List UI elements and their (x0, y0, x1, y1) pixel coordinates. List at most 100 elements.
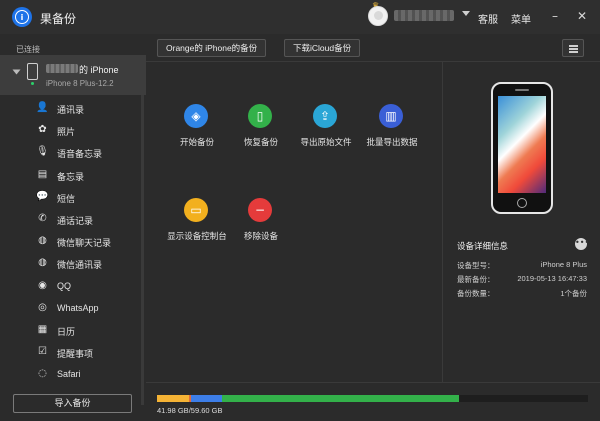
caret-icon[interactable] (12, 69, 21, 75)
sidebar-item-contacts[interactable]: 👤 通讯录 (0, 97, 146, 119)
reminders-icon: ☑ (38, 346, 47, 358)
detail-value: 1个备份 (560, 289, 587, 298)
tabs-bar: Orange的 iPhone的备份 下载iCloud备份 (146, 34, 600, 62)
sidebar-item-notes[interactable]: ▤ 备忘录 (0, 164, 146, 186)
device-card[interactable]: 的 iPhone iPhone 8 Plus-12.2 (0, 55, 146, 95)
action-label: 恢复备份 (243, 137, 278, 147)
wechat-chat-icon: ◍ (38, 235, 47, 247)
action-layers[interactable]: ◈ 开始备份 (160, 96, 234, 156)
sidebar-item-photos[interactable]: ✿ 照片 (0, 119, 146, 141)
sidebar-item-microphone[interactable]: 🎙 语音备忘录 (0, 141, 146, 163)
action-label: 开始备份 (179, 137, 214, 147)
detail-key: 最新备份： (457, 275, 495, 284)
action-console[interactable]: ▭ 显示设备控制台 (160, 190, 234, 250)
device-model: iPhone 8 Plus-12.2 (46, 79, 114, 88)
sidebar-scrollbar[interactable] (141, 95, 144, 405)
action-label: 显示设备控制台 (167, 231, 227, 241)
sidebar-item-label: 通话记录 (57, 216, 94, 226)
sidebar-item-label: 语音备忘录 (57, 149, 103, 160)
menu-button[interactable]: 菜单 (511, 11, 531, 26)
sidebar-item-wechat-chat[interactable]: ◍ 微信聊天记录 (0, 230, 146, 252)
action-label: 批量导出数据 (366, 137, 418, 147)
import-backup-button[interactable]: 导入备份 (13, 394, 132, 413)
support-button[interactable]: 客服 (478, 11, 498, 26)
minimize-icon[interactable]: – (548, 9, 562, 23)
sidebar-item-qq[interactable]: ◉ QQ (0, 275, 146, 297)
sidebar-item-label: 提醒事项 (57, 349, 94, 360)
whatsapp-icon: ◎ (38, 301, 47, 313)
sidebar-item-safari[interactable]: ◌ Safari (0, 363, 146, 385)
action-label: 移除设备 (243, 231, 278, 241)
action-batch-export[interactable]: ▥ 批量导出数据 (355, 96, 429, 156)
sidebar-item-label: 短信 (57, 193, 76, 204)
detail-key: 设备型号： (457, 261, 495, 270)
sidebar-item-calendar[interactable]: ▦ 日历 (0, 319, 146, 341)
detail-row: 备份数量： 1个备份 (457, 288, 587, 300)
contacts-icon: 👤 (36, 102, 49, 113)
sidebar-item-messages[interactable]: 💬 短信 (0, 186, 146, 208)
console-icon: ▭ (184, 198, 208, 222)
action-export[interactable]: ⇪ 导出原始文件 (289, 96, 363, 156)
sidebar-item-label: Safari (57, 369, 81, 380)
notes-icon: ▤ (37, 168, 48, 180)
detail-row: 最新备份： 2019-05-13 16:47:33 (457, 274, 587, 286)
sidebar-item-wechat-contacts[interactable]: ◍ 微信通讯录 (0, 252, 146, 274)
storage-segment (221, 395, 459, 402)
sidebar-item-label: QQ (57, 280, 72, 291)
export-icon: ⇪ (313, 104, 337, 128)
speaker-icon (515, 89, 529, 91)
sidebar-item-label: 备忘录 (57, 171, 85, 182)
storage-track (157, 395, 588, 402)
storage-segment (191, 395, 222, 402)
device-preview (491, 82, 553, 214)
sidebar-item-whatsapp[interactable]: ◎ WhatsApp (0, 297, 146, 319)
detail-row: 设备型号： iPhone 8 Plus (457, 260, 587, 272)
sidebar-item-label: 微信聊天记录 (57, 238, 112, 249)
call-log-icon: ✆ (38, 213, 47, 224)
sidebar-item-label: WhatsApp (57, 302, 99, 313)
chevron-down-icon[interactable] (462, 11, 470, 16)
avatar[interactable] (368, 6, 388, 26)
actions-panel: ◈ 开始备份 ▯ 恢复备份 ⇪ 导出原始文件 ▥ 批量导出数据 ▭ 显示设备控制台 − 移除设备 (146, 62, 442, 382)
home-button-icon (517, 198, 527, 208)
action-remove[interactable]: − 移除设备 (224, 190, 298, 250)
action-label: 导出原始文件 (300, 137, 352, 147)
phone-icon (27, 63, 38, 80)
list-view-button[interactable] (562, 39, 584, 57)
device-info-panel: 设备详细信息 ••• 设备型号： iPhone 8 Plus 最新备份： 201… (442, 62, 600, 382)
microphone-icon: 🎙 (36, 146, 49, 158)
tab-local-backup[interactable]: Orange的 iPhone的备份 (157, 39, 267, 57)
qq-icon: ◉ (38, 279, 47, 291)
more-icon[interactable]: ••• (575, 238, 589, 250)
sidebar-item-label: 微信通讯录 (57, 260, 103, 271)
sidebar-item-reminders[interactable]: ☑ 提醒事项 (0, 341, 146, 363)
device-name: 的 iPhone (79, 65, 119, 75)
safari-icon: ◌ (38, 368, 47, 380)
title-bar: i 果备份 ♛ 客服 菜单 – ✕ (0, 0, 600, 34)
device-name-redacted (46, 64, 78, 73)
calendar-icon: ▦ (37, 324, 48, 335)
close-icon[interactable]: ✕ (575, 9, 589, 23)
sidebar-item-label: 日历 (57, 327, 76, 337)
app-title: 果备份 (40, 12, 77, 26)
app-logo-icon: i (12, 7, 32, 27)
storage-segment (157, 395, 190, 402)
connected-label: 已连接 (16, 45, 40, 54)
remove-icon: − (248, 198, 272, 222)
tab-icloud-backup[interactable]: 下载iCloud备份 (284, 39, 361, 57)
detail-value: iPhone 8 Plus (540, 260, 587, 269)
detail-value: 2019-05-13 16:47:33 (517, 274, 587, 283)
messages-icon: 💬 (36, 190, 49, 202)
username-redacted[interactable] (394, 10, 454, 21)
storage-usage-text: 41.98 GB/59.60 GB (157, 406, 223, 415)
sidebar-item-call-log[interactable]: ✆ 通话记录 (0, 208, 146, 230)
photos-icon: ✿ (38, 124, 47, 136)
layers-icon: ◈ (184, 104, 208, 128)
action-phone-restore[interactable]: ▯ 恢复备份 (224, 96, 298, 156)
storage-bar: 41.98 GB/59.60 GB (146, 382, 600, 421)
connected-status-dot (31, 82, 34, 85)
sidebar: 已连接 的 iPhone iPhone 8 Plus-12.2 👤 通讯录 ✿ 照片 🎙… (0, 34, 146, 421)
wechat-contacts-icon: ◍ (38, 257, 47, 269)
sidebar-item-label: 照片 (57, 127, 76, 138)
batch-export-icon: ▥ (379, 104, 403, 128)
